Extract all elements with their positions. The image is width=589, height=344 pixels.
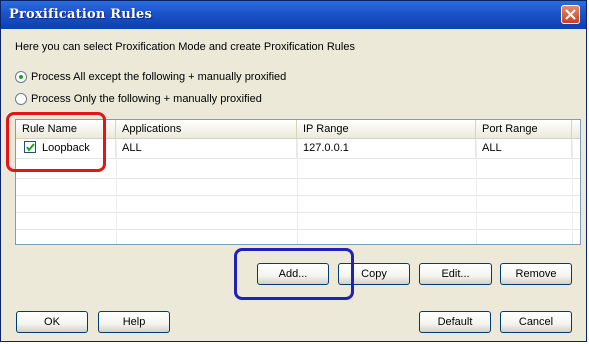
help-button[interactable]: Help	[98, 311, 170, 333]
mode-option-label: Process All except the following + manua…	[31, 71, 287, 83]
ip-range-cell: 127.0.0.1	[297, 139, 476, 158]
rules-table: Rule Name Applications IP Range Port Ran…	[15, 119, 581, 245]
column-divider	[476, 140, 477, 244]
mode-option-label: Process Only the following + manually pr…	[31, 93, 262, 105]
rule-enabled-checkbox[interactable]	[24, 141, 36, 154]
column-divider	[572, 140, 573, 244]
default-button[interactable]: Default	[419, 311, 491, 333]
copy-rule-button[interactable]: Copy	[338, 263, 410, 285]
add-rule-button[interactable]: Add...	[257, 263, 329, 285]
table-row-empty	[16, 210, 580, 230]
mode-option-only[interactable]: Process Only the following + manually pr…	[15, 91, 262, 107]
cancel-button[interactable]: Cancel	[500, 311, 572, 333]
close-button[interactable]	[561, 5, 580, 24]
rules-table-header: Rule Name Applications IP Range Port Ran…	[16, 120, 580, 139]
close-icon	[565, 9, 576, 20]
column-header-port-range[interactable]: Port Range	[476, 120, 572, 138]
column-header-ip-range[interactable]: IP Range	[297, 120, 476, 138]
remove-rule-button[interactable]: Remove	[500, 263, 572, 285]
column-divider	[297, 140, 298, 244]
ok-button[interactable]: OK	[16, 311, 88, 333]
port-range-cell: ALL	[476, 139, 572, 158]
proxification-rules-dialog: Proxification Rules Here you can select …	[0, 0, 587, 342]
radio-button-unchecked[interactable]	[15, 93, 27, 105]
table-row[interactable]: Loopback ALL 127.0.0.1 ALL	[16, 139, 580, 159]
window-title: Proxification Rules	[9, 7, 153, 22]
radio-button-checked[interactable]	[15, 71, 27, 83]
applications-cell: ALL	[116, 139, 297, 158]
mode-option-all-except[interactable]: Process All except the following + manua…	[15, 69, 286, 85]
description-text: Here you can select Proxification Mode a…	[15, 41, 355, 53]
rule-name-cell: Loopback	[16, 139, 116, 158]
edit-rule-button[interactable]: Edit...	[419, 263, 492, 285]
column-header-rule-name[interactable]: Rule Name	[16, 120, 116, 138]
column-header-applications[interactable]: Applications	[116, 120, 297, 138]
rule-name: Loopback	[42, 142, 90, 154]
checkmark-icon	[26, 143, 35, 152]
column-divider	[116, 140, 117, 244]
title-bar: Proxification Rules	[1, 1, 586, 29]
